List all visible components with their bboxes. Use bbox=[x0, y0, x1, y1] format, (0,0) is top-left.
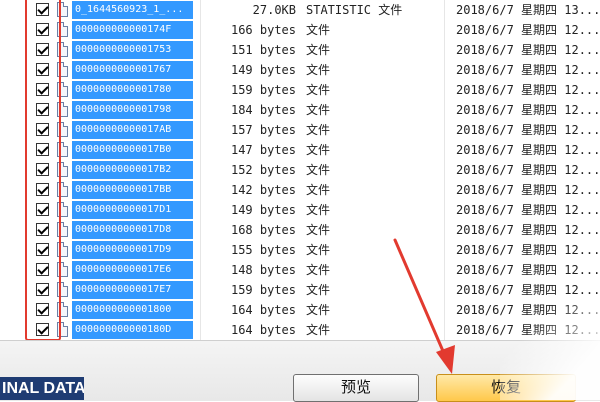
red-arrow-annotation bbox=[393, 238, 455, 374]
recovery-window: 0_1644560923_1_... 27.0KB STATISTIC 文件 2018… bbox=[0, 0, 600, 402]
